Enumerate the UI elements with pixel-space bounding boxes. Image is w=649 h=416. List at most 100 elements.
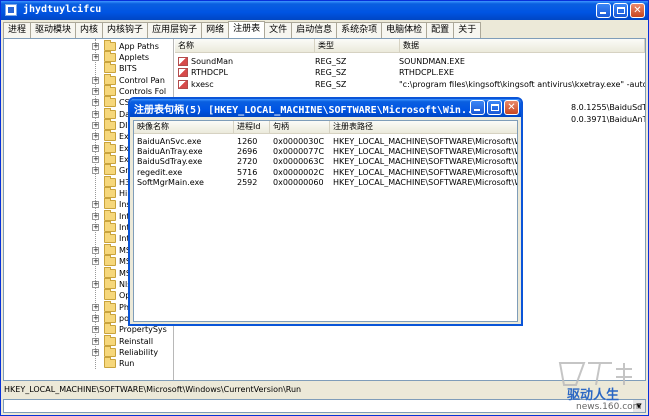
tab-startup[interactable]: 启动信息 [291,22,338,38]
close-icon: ✕ [633,5,642,16]
tree-item[interactable]: + Ins [92,198,131,211]
expand-icon[interactable]: + [92,167,99,175]
folder-icon [104,187,116,199]
registry-value-row[interactable]: kxesc REG_SZ "c:\program files\kingsoft\ki… [175,78,645,90]
tree-item-label: Applets [119,52,150,62]
expand-icon[interactable]: + [92,303,99,311]
expand-icon[interactable]: + [92,224,99,232]
maximize-icon [617,7,625,14]
value-data: RTHDCPL.EXE [399,68,455,78]
expand-icon[interactable]: + [92,258,99,266]
expand-icon[interactable]: + [92,42,99,50]
folder-icon [104,84,116,96]
tree-item[interactable]: + DIF [92,118,132,131]
watermark-brand: 驱动人生 [567,388,620,403]
expand-icon[interactable]: + [92,246,99,254]
expand-icon[interactable]: + [92,76,99,84]
registry-value-row[interactable]: SoundMan REG_SZ SOUNDMAN.EXE [175,55,645,67]
close-icon: ✕ [507,102,516,113]
image-name: BaiduAnTray.exe [137,147,203,157]
tree-item[interactable]: BITS [92,62,137,75]
minimize-button[interactable] [596,3,611,18]
tree-item[interactable]: + App Paths [92,39,159,52]
registry-path: HKEY_LOCAL_MACHINE\SOFTWARE\Microsoft\Wi… [333,157,517,167]
list-header: 名称 类型 数据 [175,39,645,53]
expand-icon[interactable]: + [92,110,99,118]
dialog-title-bar[interactable]: 注册表句柄(5) [HKEY_LOCAL_MACHINE\SOFTWARE\Mi… [130,99,521,117]
dialog-close-button[interactable]: ✕ [504,100,519,115]
folder-icon [104,130,116,142]
column-header-name[interactable]: 名称 [175,39,315,53]
tree-item[interactable]: + Ext [92,141,132,154]
tree-item[interactable]: + Ext [92,153,132,166]
tab-kernel-hooks[interactable]: 内核钩子 [102,22,149,38]
tab-about[interactable]: 关于 [453,22,482,38]
expand-icon[interactable]: + [92,133,99,141]
expand-icon[interactable]: + [92,156,99,163]
column-header-image-name[interactable]: 映像名称 [134,121,234,134]
tree-item[interactable]: + Nls [92,277,131,290]
handles-list[interactable]: 映像名称 进程Id 句柄 注册表路径 BaiduAnSvc.exe 1260 0x0… [133,120,518,322]
handle-value: 0x0000030C [273,137,325,146]
column-header-pid[interactable]: 进程Id [234,121,270,134]
expand-icon[interactable]: + [92,280,99,288]
expand-icon[interactable]: + [92,53,99,61]
column-header-type[interactable]: 类型 [315,39,400,53]
tab-kernel[interactable]: 内核 [75,22,104,38]
reg-string-icon [178,68,188,78]
dialog-maximize-button[interactable] [487,100,502,115]
tree-item[interactable]: Hin [92,187,132,200]
tree-item-label: PropertySys [119,325,167,335]
tree-item[interactable]: + Control Pan [92,73,165,86]
handle-row[interactable]: SoftMgrMain.exe 2592 0x00000060 HKEY_LOCAL_… [134,177,517,188]
process-id: 5716 [237,167,258,177]
tab-registry[interactable]: 注册表 [228,21,266,38]
tree-item[interactable]: Run [92,357,134,370]
tree-item[interactable]: + Reinstall [92,334,153,347]
column-header-handle[interactable]: 句柄 [270,121,330,134]
expand-icon[interactable]: + [92,337,99,345]
expand-icon[interactable]: + [92,201,99,209]
expand-icon[interactable]: + [92,99,99,107]
bottom-input-field[interactable]: ▼ [3,399,646,413]
tree-item[interactable]: + Applets [92,50,150,63]
registry-value-row[interactable]: RTHDCPL REG_SZ RTHDCPL.EXE [175,67,645,79]
tab-network[interactable]: 网络 [201,22,230,38]
title-bar[interactable]: jhydtuylcifcu ✕ [1,1,648,20]
tab-process[interactable]: 进程 [3,22,32,38]
tab-file[interactable]: 文件 [264,22,293,38]
tab-app-hooks[interactable]: 应用层钩子 [147,22,203,38]
close-button[interactable]: ✕ [630,3,645,18]
column-header-data[interactable]: 数据 [400,39,645,53]
tree-item[interactable]: + MS [92,243,131,256]
expand-icon[interactable]: + [92,144,99,152]
tab-pc-checkup[interactable]: 电脑体检 [381,22,428,38]
tree-item[interactable]: MS [92,266,131,279]
expand-icon[interactable]: + [92,348,99,356]
folder-icon [104,243,116,255]
expand-icon[interactable]: + [92,121,99,129]
folder-icon [104,255,116,267]
column-header-registry-path[interactable]: 注册表路径 [330,121,517,134]
tree-item[interactable]: Intl [92,232,132,245]
folder-icon [104,289,116,301]
tab-system-misc[interactable]: 系统杂项 [336,22,383,38]
expand-icon[interactable]: + [92,212,99,220]
tab-driver-modules[interactable]: 驱动模块 [30,22,77,38]
tree-item[interactable]: + Reliability [92,345,158,358]
tree-item[interactable]: + MS [92,255,131,268]
folder-icon [104,175,116,187]
expand-icon[interactable]: + [92,326,99,334]
tab-config[interactable]: 配置 [426,22,455,38]
main-window: jhydtuylcifcu ✕ 进程 驱动模块 内核 内核钩子 应用层钩子 网络… [0,0,649,416]
expand-icon[interactable]: + [92,87,99,95]
folder-icon [104,209,116,221]
window-title: jhydtuylcifcu [23,4,102,15]
value-data: SOUNDMAN.EXE [399,56,465,66]
dialog-minimize-button[interactable] [470,100,485,115]
expand-icon[interactable]: + [92,314,99,322]
tree-item[interactable]: H3 [92,175,130,188]
maximize-button[interactable] [613,3,628,18]
